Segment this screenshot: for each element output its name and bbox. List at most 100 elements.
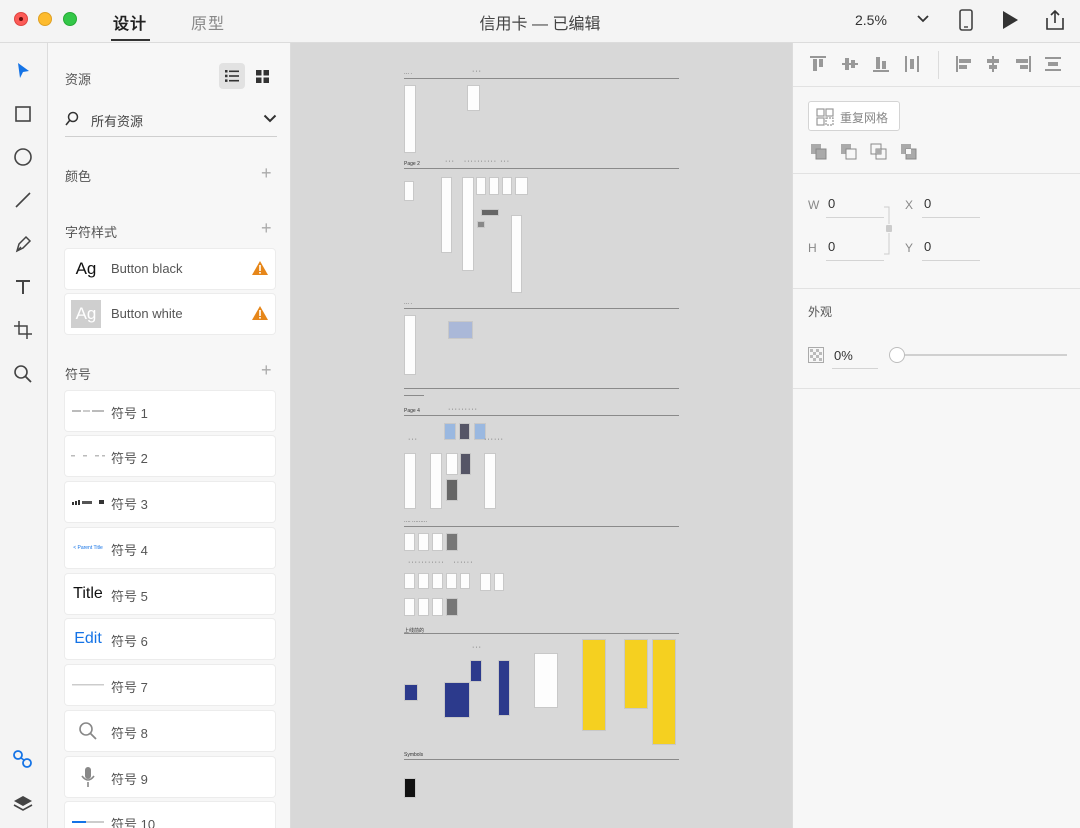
y-field[interactable]: 0 bbox=[924, 239, 931, 254]
pen-tool-button[interactable] bbox=[12, 233, 34, 255]
artboard[interactable] bbox=[404, 684, 418, 701]
width-field[interactable]: 0 bbox=[828, 196, 835, 211]
artboard[interactable] bbox=[481, 209, 499, 216]
share-icon[interactable] bbox=[1044, 9, 1066, 31]
symbol-item[interactable]: 符号 10 bbox=[65, 802, 275, 828]
artboard[interactable] bbox=[404, 181, 414, 201]
artboard[interactable] bbox=[418, 573, 429, 589]
artboard[interactable] bbox=[459, 423, 470, 440]
plugins-button[interactable] bbox=[12, 748, 34, 770]
boolean-subtract-icon[interactable] bbox=[840, 143, 858, 161]
align-bottom-icon[interactable] bbox=[872, 55, 890, 73]
opacity-slider-thumb[interactable] bbox=[889, 347, 905, 363]
line-tool-button[interactable] bbox=[12, 189, 34, 211]
artboard[interactable] bbox=[448, 321, 473, 339]
device-preview-icon[interactable] bbox=[958, 9, 974, 31]
artboard[interactable] bbox=[418, 598, 429, 616]
artboard[interactable] bbox=[470, 660, 482, 682]
repeat-grid-button[interactable]: 重复网格 bbox=[808, 101, 900, 131]
artboard[interactable] bbox=[502, 177, 512, 195]
artboard[interactable] bbox=[444, 423, 456, 440]
artboard[interactable] bbox=[467, 85, 480, 111]
artboard[interactable] bbox=[441, 177, 452, 253]
artboard[interactable] bbox=[624, 639, 648, 709]
symbol-item[interactable]: 符号 9 bbox=[65, 757, 275, 797]
align-right-icon[interactable] bbox=[1014, 55, 1032, 73]
symbol-item[interactable]: 符号 8 bbox=[65, 711, 275, 751]
distribute-vertical-icon[interactable] bbox=[1044, 55, 1062, 73]
artboard[interactable] bbox=[404, 598, 415, 616]
ellipse-tool-button[interactable] bbox=[12, 146, 34, 168]
artboard[interactable] bbox=[404, 85, 416, 153]
artboard[interactable] bbox=[534, 653, 558, 708]
artboard[interactable] bbox=[446, 573, 457, 589]
artboard[interactable] bbox=[515, 177, 528, 195]
list-view-button[interactable] bbox=[219, 63, 245, 89]
opacity-slider-track[interactable] bbox=[897, 354, 1067, 356]
add-char-style-icon[interactable]: + bbox=[261, 219, 272, 237]
artboard[interactable] bbox=[511, 215, 522, 293]
artboard[interactable] bbox=[476, 177, 486, 195]
symbol-item[interactable]: 符号 1 bbox=[65, 391, 275, 431]
select-tool-button[interactable] bbox=[12, 60, 34, 82]
zoom-level[interactable]: 2.5% bbox=[855, 12, 887, 28]
artboard-tool-button[interactable] bbox=[12, 319, 34, 341]
artboard[interactable] bbox=[446, 598, 458, 616]
align-middle-icon[interactable] bbox=[841, 55, 859, 73]
artboard[interactable] bbox=[404, 453, 416, 509]
artboard[interactable] bbox=[652, 639, 676, 745]
opacity-field[interactable]: 0% bbox=[834, 348, 853, 363]
add-symbol-icon[interactable]: + bbox=[261, 361, 272, 379]
grid-view-button[interactable] bbox=[249, 63, 275, 89]
boolean-intersect-icon[interactable] bbox=[870, 143, 888, 161]
artboard[interactable] bbox=[480, 573, 491, 591]
distribute-horizontal-icon[interactable] bbox=[903, 55, 921, 73]
char-style-item[interactable]: Ag Button white bbox=[65, 294, 275, 334]
artboard[interactable] bbox=[446, 453, 458, 475]
height-field[interactable]: 0 bbox=[828, 239, 835, 254]
chevron-down-icon[interactable] bbox=[917, 12, 929, 26]
text-tool-button[interactable] bbox=[12, 276, 34, 298]
artboard[interactable] bbox=[498, 660, 510, 716]
artboard[interactable] bbox=[404, 573, 415, 589]
lock-aspect-icon[interactable] bbox=[883, 206, 895, 256]
symbol-item[interactable]: 符号 7 bbox=[65, 665, 275, 705]
artboard[interactable] bbox=[418, 533, 429, 551]
align-center-icon[interactable] bbox=[984, 55, 1002, 73]
canvas[interactable]: ··· · ··· Page 2 ··· ·········· ··· ··· … bbox=[291, 43, 792, 828]
symbol-item[interactable]: 符号 3 bbox=[65, 482, 275, 522]
artboard[interactable] bbox=[460, 453, 471, 475]
artboard[interactable] bbox=[432, 598, 443, 616]
artboard[interactable] bbox=[489, 177, 499, 195]
layers-button[interactable] bbox=[12, 793, 34, 815]
artboard[interactable] bbox=[444, 682, 470, 718]
play-icon[interactable] bbox=[1001, 10, 1019, 30]
artboard[interactable] bbox=[494, 573, 504, 591]
artboard[interactable] bbox=[432, 533, 443, 551]
artboard[interactable] bbox=[446, 479, 458, 501]
rectangle-tool-button[interactable] bbox=[12, 103, 34, 125]
artboard[interactable] bbox=[404, 778, 416, 798]
x-field[interactable]: 0 bbox=[924, 196, 931, 211]
add-color-icon[interactable]: + bbox=[261, 164, 272, 182]
assets-filter[interactable]: 所有资源 bbox=[65, 105, 277, 137]
artboard[interactable] bbox=[477, 221, 485, 228]
align-top-icon[interactable] bbox=[809, 55, 827, 73]
symbol-item[interactable]: 符号 2 bbox=[65, 436, 275, 476]
symbol-item[interactable]: Edit 符号 6 bbox=[65, 619, 275, 659]
artboard[interactable] bbox=[432, 573, 443, 589]
char-style-item[interactable]: Ag Button black bbox=[65, 249, 275, 289]
boolean-exclude-icon[interactable] bbox=[900, 143, 918, 161]
align-left-icon[interactable] bbox=[955, 55, 973, 73]
artboard[interactable] bbox=[462, 177, 474, 271]
artboard[interactable] bbox=[582, 639, 606, 731]
artboard[interactable] bbox=[460, 573, 470, 589]
artboard[interactable] bbox=[430, 453, 442, 509]
boolean-add-icon[interactable] bbox=[810, 143, 828, 161]
artboard[interactable] bbox=[404, 533, 415, 551]
artboard[interactable] bbox=[404, 315, 416, 375]
zoom-tool-button[interactable] bbox=[12, 363, 34, 385]
artboard[interactable] bbox=[484, 453, 496, 509]
symbol-item[interactable]: Title 符号 5 bbox=[65, 574, 275, 614]
artboard[interactable] bbox=[446, 533, 458, 551]
